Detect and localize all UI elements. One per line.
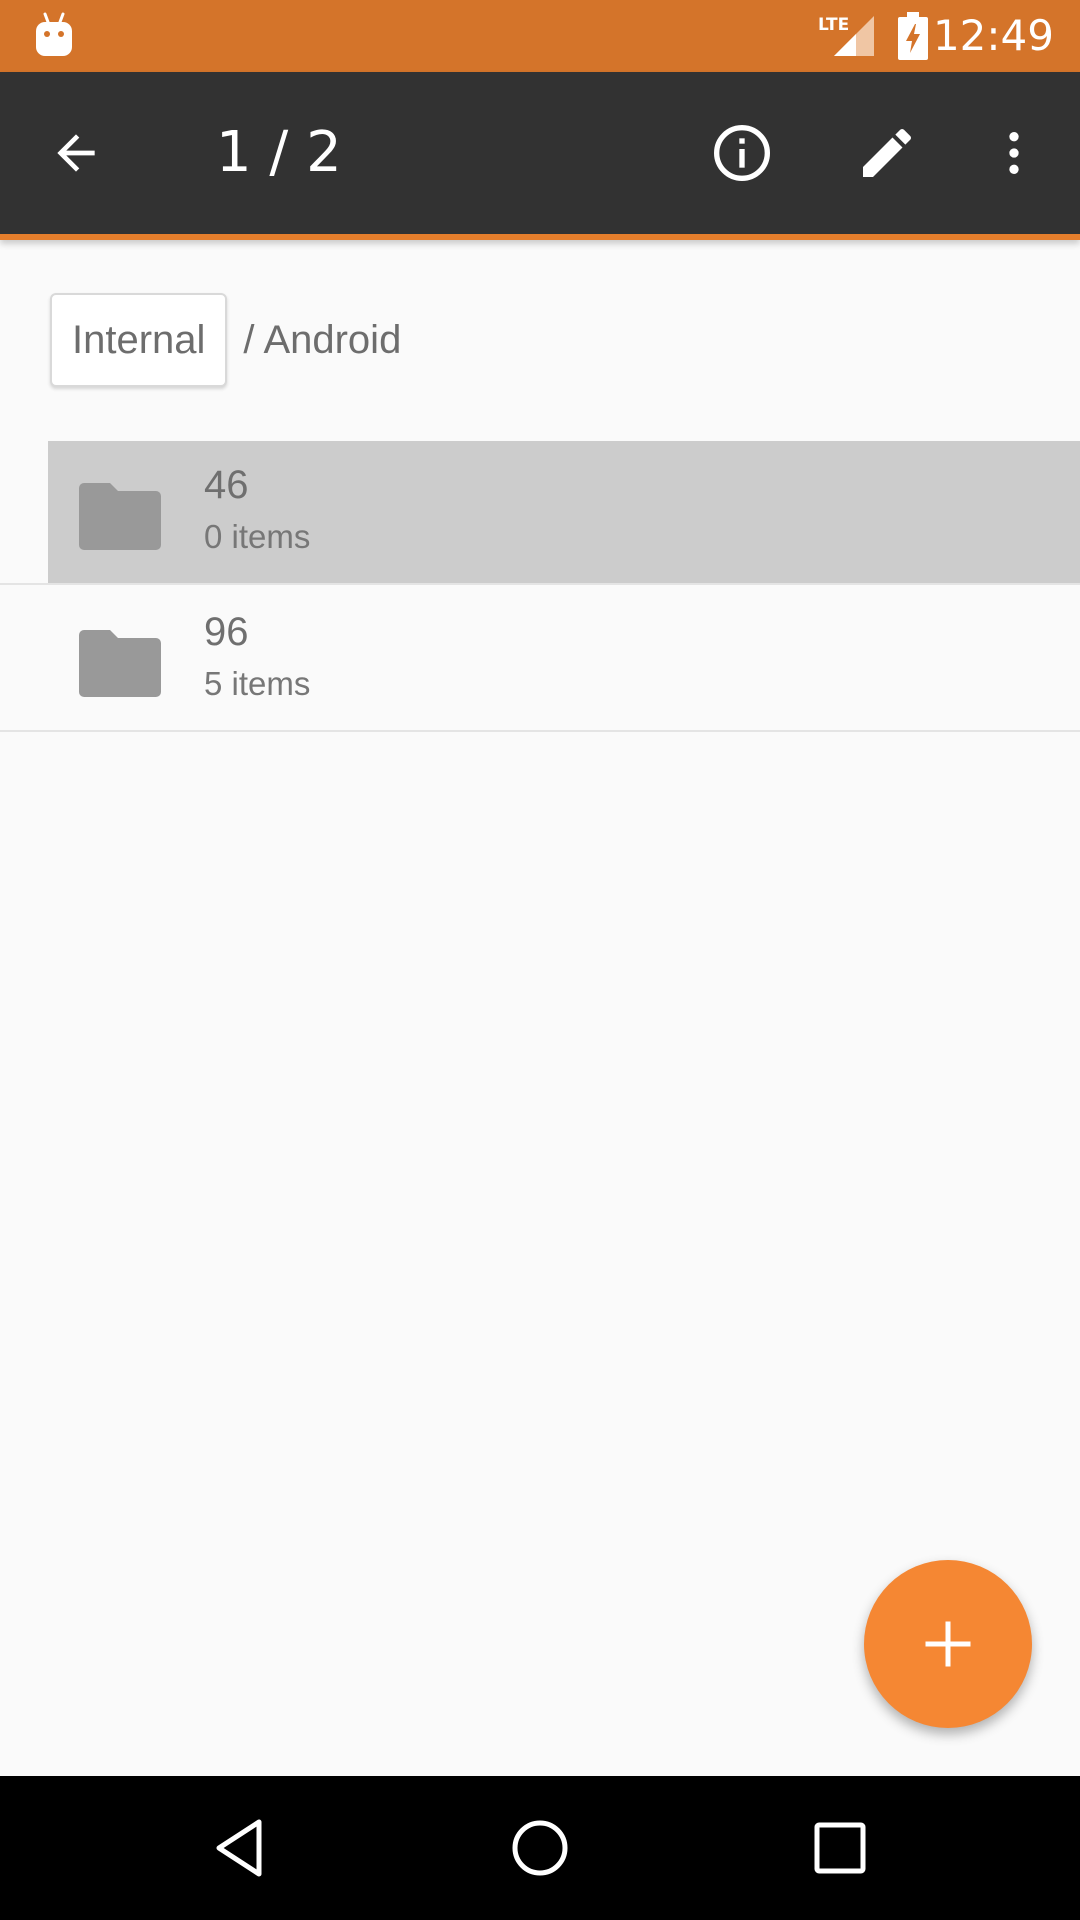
folder-name: 46 <box>204 463 249 507</box>
folder-row-96[interactable]: 96 5 items <box>0 588 1080 732</box>
nav-home-icon <box>512 1820 568 1876</box>
more-vert-icon <box>1009 132 1019 174</box>
folder-icon <box>79 630 161 697</box>
nav-recent-icon <box>814 1822 866 1874</box>
folder-icon <box>79 483 161 550</box>
back-button[interactable] <box>40 117 112 189</box>
page-title: 1 / 2 <box>216 120 342 185</box>
nav-recent-button[interactable] <box>804 1812 876 1884</box>
info-icon <box>714 125 770 181</box>
folder-item-count: 5 items <box>204 665 311 702</box>
more-options-button[interactable] <box>978 117 1050 189</box>
breadcrumb-internal[interactable]: Internal <box>50 293 228 387</box>
edit-button[interactable] <box>851 117 923 189</box>
folder-item-count: 0 items <box>204 518 311 555</box>
navigation-bar <box>0 1776 1080 1920</box>
add-fab-button[interactable] <box>864 1560 1032 1728</box>
android-notification-icon <box>36 12 72 56</box>
plus-icon <box>925 1621 971 1667</box>
status-clock: 12:49 <box>932 11 1054 60</box>
back-arrow-icon <box>57 134 95 172</box>
screen: LTE 12:49 1 / 2 Internal / Android 46 0 … <box>0 0 1080 1920</box>
selection-highlight <box>48 441 1080 583</box>
nav-back-button[interactable] <box>205 1812 277 1884</box>
nav-home-button[interactable] <box>504 1812 576 1884</box>
status-bar: LTE 12:49 <box>0 0 1080 72</box>
folder-row-46[interactable]: 46 0 items <box>0 441 1080 585</box>
breadcrumb: Internal / Android <box>50 290 401 390</box>
breadcrumb-android[interactable]: / Android <box>243 318 401 363</box>
pencil-icon <box>863 128 912 177</box>
info-button[interactable] <box>706 117 778 189</box>
nav-back-icon <box>216 1819 262 1877</box>
lte-signal-icon: LTE <box>818 15 874 56</box>
toolbar: 1 / 2 <box>0 72 1080 240</box>
battery-charging-icon <box>898 12 928 60</box>
folder-name: 96 <box>204 610 249 654</box>
svg-text:LTE: LTE <box>818 15 849 35</box>
